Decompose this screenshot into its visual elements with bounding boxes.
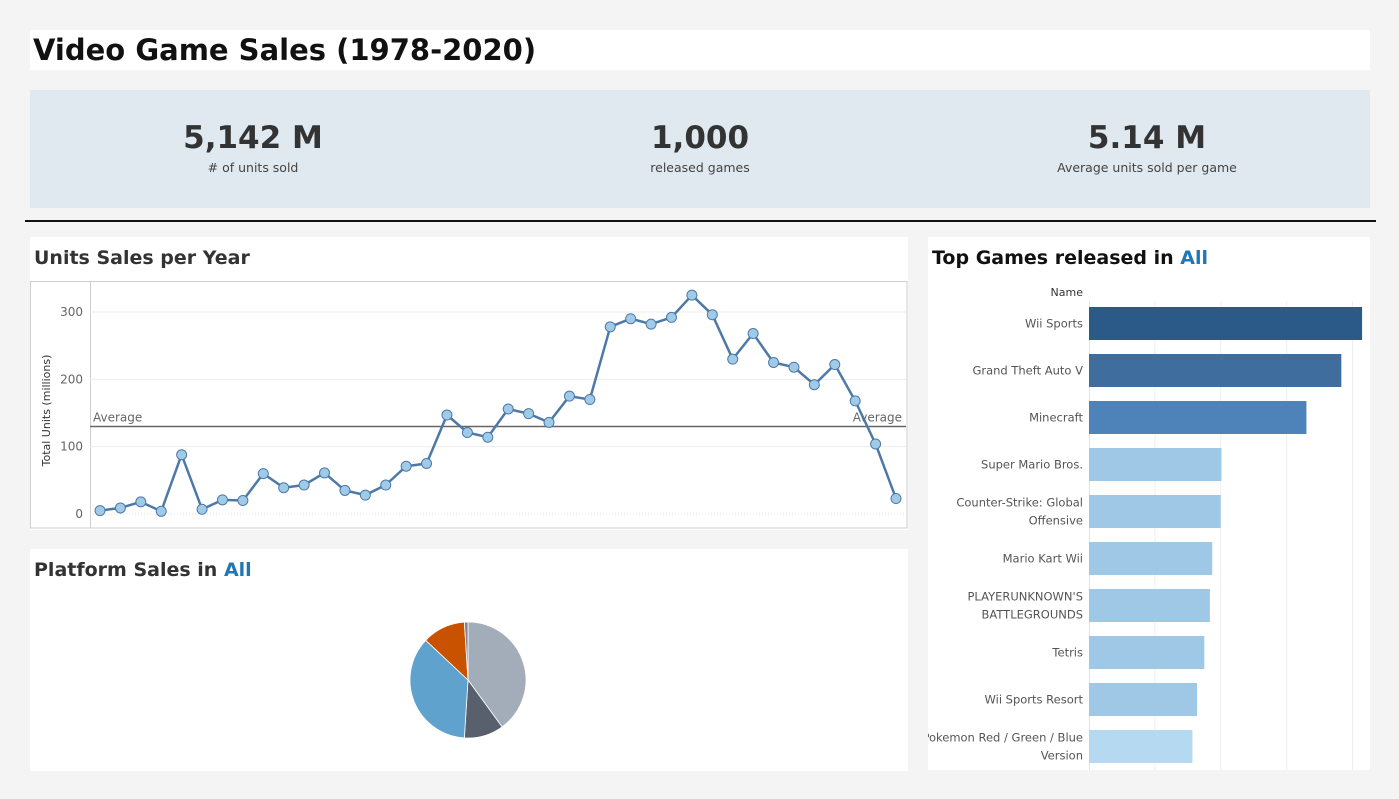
page-title: Video Game Sales (1978-2020): [33, 33, 537, 67]
category-label: Wii Sports: [1025, 317, 1083, 331]
data-point[interactable]: [502, 403, 514, 415]
data-point[interactable]: [829, 359, 841, 371]
data-point[interactable]: [563, 390, 575, 402]
data-point[interactable]: [665, 311, 677, 323]
category-label: Counter-Strike: Global: [956, 496, 1083, 510]
top-games-bar-chart: Name Wii Sports Grand Theft Auto V Minecraf…: [928, 286, 1363, 770]
data-point[interactable]: [808, 379, 820, 391]
data-point[interactable]: [257, 468, 269, 480]
data-point[interactable]: [584, 394, 596, 406]
bar[interactable]: [1089, 307, 1363, 340]
y-tick-label: 0: [75, 507, 83, 521]
data-point[interactable]: [196, 503, 208, 515]
kpi-released-games-label: released games: [650, 160, 750, 175]
category-label: Tetris: [1051, 646, 1083, 660]
data-point[interactable]: [380, 479, 392, 491]
title-bar: Video Game Sales (1978-2020): [30, 30, 1370, 70]
data-point[interactable]: [298, 479, 310, 491]
category-label: Grand Theft Auto V: [972, 364, 1083, 378]
data-point[interactable]: [461, 427, 473, 439]
bar[interactable]: [1089, 542, 1213, 575]
bar[interactable]: [1089, 354, 1342, 387]
data-point[interactable]: [441, 409, 453, 421]
data-point[interactable]: [890, 493, 902, 505]
data-point[interactable]: [870, 438, 882, 450]
name-column-header: Name: [1051, 286, 1084, 299]
platform-sales-pie-chart: [409, 621, 527, 739]
y-tick-label: 200: [60, 372, 83, 386]
category-label: Version: [1041, 749, 1083, 763]
kpi-band: 5,142 M # of units sold 1,000 released g…: [30, 90, 1370, 208]
data-point[interactable]: [727, 353, 739, 365]
data-point[interactable]: [339, 484, 351, 496]
data-point[interactable]: [94, 505, 106, 517]
y-tick-label: 100: [60, 440, 83, 454]
kpi-units-sold-label: # of units sold: [207, 160, 299, 175]
data-point[interactable]: [706, 309, 718, 321]
bar[interactable]: [1089, 730, 1193, 763]
data-point[interactable]: [849, 395, 861, 407]
bar[interactable]: [1089, 401, 1307, 434]
category-label: Wii Sports Resort: [985, 693, 1084, 707]
data-point[interactable]: [237, 495, 249, 507]
category-label: PLAYERUNKNOWN'S: [967, 590, 1083, 604]
bar[interactable]: [1089, 636, 1205, 669]
data-point[interactable]: [319, 467, 331, 479]
y-axis-label: Total Units (millions): [40, 355, 53, 468]
data-point[interactable]: [747, 328, 759, 340]
units-sales-line-chart: 0100200300Total Units (millions) Average A…: [30, 281, 908, 529]
section-divider: [25, 220, 1376, 222]
plot-frame: [30, 281, 908, 529]
data-point[interactable]: [482, 431, 494, 443]
data-point[interactable]: [176, 449, 188, 461]
kpi-released-games: 1,000 released games: [477, 118, 923, 175]
data-point[interactable]: [114, 502, 126, 514]
bar[interactable]: [1089, 683, 1198, 716]
data-point[interactable]: [278, 482, 290, 494]
units-sales-per-year-panel: Units Sales per Year 0 100 200 300 Total Uni…: [30, 237, 908, 530]
data-point[interactable]: [604, 321, 616, 333]
data-point[interactable]: [645, 318, 657, 330]
kpi-released-games-value: 1,000: [650, 120, 750, 156]
data-point[interactable]: [155, 505, 167, 517]
kpi-average-units-value: 5.14 M: [1087, 120, 1207, 156]
category-label: Offensive: [1029, 514, 1083, 528]
data-point[interactable]: [543, 416, 555, 428]
bar[interactable]: [1089, 495, 1221, 528]
category-label: Mario Kart Wii: [1003, 552, 1083, 566]
platform-sales-panel: Platform Sales in All: [30, 549, 908, 771]
data-point[interactable]: [788, 361, 800, 373]
category-label: Super Mario Bros.: [981, 458, 1083, 472]
kpi-average-units-label: Average units sold per game: [1057, 160, 1237, 175]
y-tick-label: 300: [60, 305, 83, 319]
data-point[interactable]: [523, 408, 535, 420]
data-point[interactable]: [625, 313, 637, 325]
data-point[interactable]: [768, 357, 780, 368]
bar[interactable]: [1089, 448, 1222, 481]
data-point[interactable]: [216, 494, 228, 506]
kpi-units-sold-value: 5,142 M: [183, 120, 323, 156]
bar[interactable]: [1089, 589, 1210, 622]
category-label: BATTLEGROUNDS: [981, 608, 1083, 622]
kpi-units-sold: 5,142 M # of units sold: [30, 118, 476, 175]
data-point[interactable]: [686, 289, 698, 301]
data-point[interactable]: [421, 458, 433, 469]
category-label: Minecraft: [1029, 411, 1083, 425]
category-label: Pokemon Red / Green / Blue: [928, 731, 1083, 745]
data-point[interactable]: [400, 460, 412, 472]
units-series-line: [99, 293, 898, 513]
average-label-left: Average: [93, 410, 142, 424]
data-point[interactable]: [359, 489, 371, 501]
kpi-average-units: 5.14 M Average units sold per game: [924, 118, 1370, 175]
data-point[interactable]: [135, 496, 147, 508]
top-games-panel: Top Games released in All Name Wii Sports…: [928, 237, 1370, 770]
